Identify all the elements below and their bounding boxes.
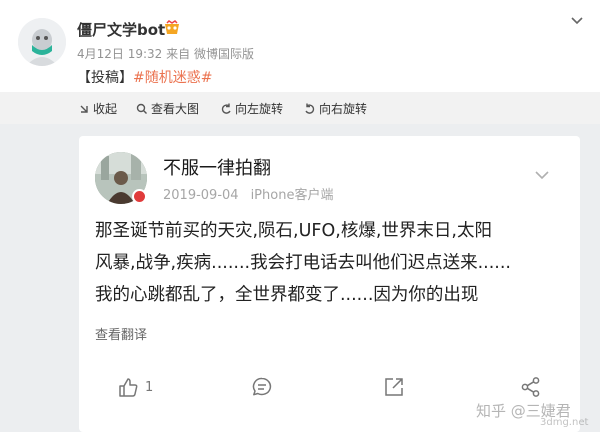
rotate-left-label: 向左旋转 [235,102,284,116]
repost-button[interactable] [383,376,405,398]
rotate-left-button[interactable]: 向左旋转 [220,100,283,117]
collapse-icon [80,105,88,113]
view-large-label: 查看大图 [151,102,200,116]
share-button[interactable] [520,376,542,398]
hashtag-link[interactable]: #随机迷惑# [133,70,212,86]
comment-icon [252,377,272,396]
post-text: 【投稿】#随机迷惑# [77,67,212,87]
view-large-button[interactable]: 查看大图 [136,100,199,117]
post-date: 4月12日 19:32 [77,47,163,61]
card-meta: 2019-09-04 iPhone客户端 [163,184,333,203]
like-button[interactable]: 1 [117,376,153,398]
username[interactable]: 僵尸文学bot [77,19,165,40]
rotate-right-button[interactable]: 向右旋转 [304,100,367,117]
card-line: 那圣诞节前买的天灾,陨石,UFO,核爆,世界末日,太阳 [95,221,492,241]
rotate-right-icon [305,103,315,114]
repost-icon [385,378,403,396]
collapse-button[interactable]: 收起 [78,100,117,117]
share-icon [521,377,540,397]
collapse-label: 收起 [93,102,118,116]
card-date: 2019-09-04 [163,188,239,203]
card-device: iPhone客户端 [250,188,334,203]
post-header: 僵尸文学bot 4月12日 19:32 来自 微博国际版 【投稿】#随机迷惑# [0,0,600,92]
post-prefix: 【投稿】 [77,70,133,86]
chevron-down-icon[interactable] [570,14,584,28]
card-body: 那圣诞节前买的天灾,陨石,UFO,核爆,世界末日,太阳 风暴,战争,疾病....… [95,215,571,311]
card-username[interactable]: 不服一律拍翻 [163,154,271,180]
source-prefix: 来自 [166,47,191,61]
image-toolbar: 收起 查看大图 向左旋转 向右旋转 [0,92,600,124]
like-count: 1 [145,379,154,395]
rotate-left-icon [221,103,231,114]
comment-button[interactable] [251,376,273,398]
quoted-post-card: 不服一律拍翻 2019-09-04 iPhone客户端 那圣诞节前买的天灾,陨石,… [79,136,580,432]
post-source[interactable]: 微博国际版 [194,47,254,61]
vip-icon [165,20,179,34]
rotate-right-label: 向右旋转 [319,102,368,116]
card-line: 我的心跳都乱了，全世界都变了......因为你的出现 [95,285,479,305]
watermark-sub: 3dmg.net [540,417,589,428]
card-line: 风暴,战争,疾病.......我会打电话去叫他们迟点送来...... [95,253,511,273]
zoom-icon [136,103,147,114]
post-meta: 4月12日 19:32 来自 微博国际版 [77,45,254,62]
verified-badge [132,189,147,204]
chevron-down-icon[interactable] [534,170,550,180]
like-icon [119,378,138,397]
translate-link[interactable]: 查看翻译 [95,324,147,343]
avatar[interactable] [18,18,66,66]
zombie-avatar-icon [18,18,66,66]
